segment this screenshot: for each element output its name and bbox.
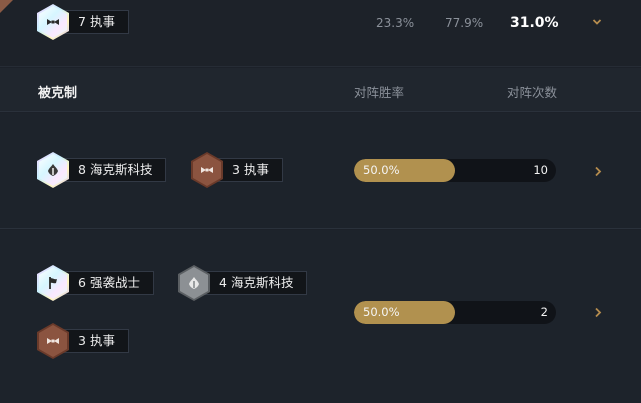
trait-badge: 8 海克斯科技 bbox=[37, 152, 167, 188]
counter-section-header: 被克制 对阵胜率 对阵次数 bbox=[0, 68, 641, 112]
trait-name: 执事 bbox=[243, 162, 269, 177]
trait-badge: 3 执事 bbox=[37, 323, 129, 359]
winrate-bar: 50.0% 10 bbox=[354, 159, 556, 182]
trait-label: 7 执事 bbox=[63, 10, 129, 34]
trait-name: 强袭战士 bbox=[89, 275, 140, 290]
hextech-emblem-icon bbox=[48, 164, 58, 176]
counter-row[interactable]: 6 强袭战士 4 海克斯科技 3 执事 50.0% 2 bbox=[0, 230, 641, 403]
corner-marker bbox=[0, 0, 13, 13]
trait-count: 8 bbox=[78, 162, 86, 177]
butler-bowtie-icon bbox=[201, 167, 213, 173]
trait-name: 执事 bbox=[89, 14, 115, 29]
trait-count: 6 bbox=[78, 275, 86, 290]
trait-count: 3 bbox=[78, 333, 86, 348]
trait-badge: 4 海克斯科技 bbox=[178, 265, 308, 301]
trait-count: 4 bbox=[219, 275, 227, 290]
column-header-games: 对阵次数 bbox=[507, 85, 558, 100]
trait-label: 4 海克斯科技 bbox=[204, 271, 308, 295]
games-count: 10 bbox=[533, 163, 548, 177]
trait-badge: 6 强袭战士 bbox=[37, 265, 154, 301]
trait-name: 海克斯科技 bbox=[230, 275, 294, 290]
stat-value-1: 23.3% bbox=[376, 16, 415, 30]
trait-count: 7 bbox=[78, 14, 86, 29]
winrate-label: 50.0% bbox=[363, 305, 400, 319]
column-header-winrate: 对阵胜率 bbox=[354, 85, 405, 100]
trait-label: 3 执事 bbox=[63, 329, 129, 353]
stat-value-2: 77.9% bbox=[445, 16, 484, 30]
trait-name: 海克斯科技 bbox=[89, 162, 153, 177]
composition-summary-row[interactable]: 7 执事 23.3% 77.9% 31.0% bbox=[0, 0, 641, 67]
trait-label: 8 海克斯科技 bbox=[63, 158, 167, 182]
section-title: 被克制 bbox=[38, 86, 78, 101]
winrate-bar: 50.0% 2 bbox=[354, 301, 556, 324]
chevron-right-icon[interactable] bbox=[594, 307, 602, 318]
trait-label: 3 执事 bbox=[217, 158, 283, 182]
games-count: 2 bbox=[540, 305, 548, 319]
chevron-down-icon[interactable] bbox=[592, 17, 602, 27]
butler-bowtie-icon bbox=[47, 338, 59, 344]
trait-badge: 7 执事 bbox=[37, 4, 129, 40]
winrate-label: 50.0% bbox=[363, 163, 400, 177]
trait-label: 6 强袭战士 bbox=[63, 271, 154, 295]
chevron-right-icon[interactable] bbox=[594, 166, 602, 177]
trait-badge: 3 执事 bbox=[191, 152, 283, 188]
trait-name: 执事 bbox=[89, 333, 115, 348]
bruiser-flag-icon bbox=[49, 277, 57, 289]
counter-row[interactable]: 8 海克斯科技 3 执事 50.0% 10 bbox=[0, 113, 641, 229]
trait-count: 3 bbox=[232, 162, 240, 177]
butler-bowtie-icon bbox=[47, 19, 59, 25]
stat-value-3: 31.0% bbox=[510, 15, 559, 31]
hextech-emblem-icon bbox=[189, 277, 199, 289]
